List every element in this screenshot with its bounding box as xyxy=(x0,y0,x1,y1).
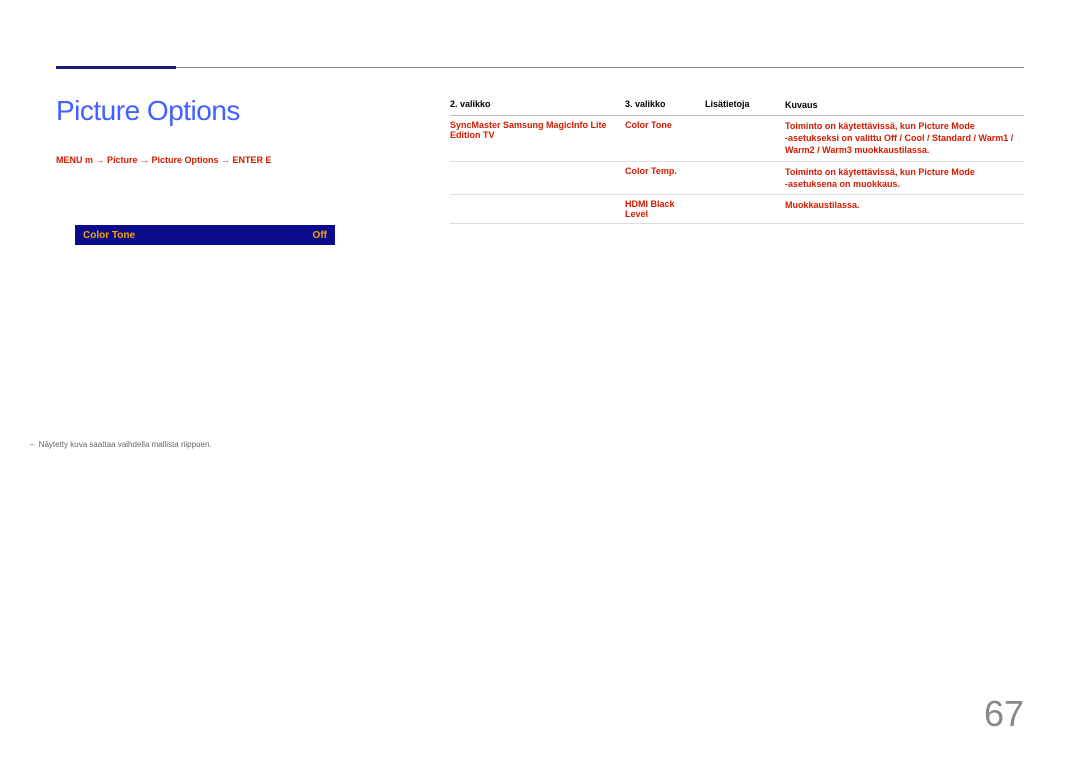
cell: Toiminto on käytettävissä, kun Picture M… xyxy=(785,120,1024,156)
col-header: 3. valikko xyxy=(625,99,705,111)
table-header-row: 2. valikko 3. valikko Lisätietoja Kuvaus xyxy=(450,99,1024,116)
cell: SyncMaster Samsung MagicInfo Lite Editio… xyxy=(450,120,625,156)
breadcrumb: MENU m → Picture → Picture Options → ENT… xyxy=(56,155,272,165)
cell xyxy=(705,120,785,156)
cell: Toiminto on käytettävissä, kun Picture M… xyxy=(785,166,1024,190)
cell: HDMI Black Level xyxy=(625,199,705,219)
top-rule xyxy=(56,67,1024,68)
menu-label: Color Tone xyxy=(83,230,135,241)
cell xyxy=(450,166,625,190)
menu-value: Off xyxy=(313,230,327,241)
footnote-text: Näytetty kuva saattaa vaihdella mallista… xyxy=(30,440,212,449)
col-header: Kuvaus xyxy=(785,99,1024,111)
options-table: 2. valikko 3. valikko Lisätietoja Kuvaus… xyxy=(450,99,1024,224)
table-row: HDMI Black Level Muokkaustilassa. xyxy=(450,195,1024,224)
cell xyxy=(705,166,785,190)
chapter-rule xyxy=(56,66,176,69)
cell xyxy=(705,199,785,219)
menu-row: Color Tone Off xyxy=(75,225,335,245)
col-header: 2. valikko xyxy=(450,99,625,111)
cell: Color Tone xyxy=(625,120,705,156)
page-number: 67 xyxy=(984,693,1024,735)
cell: Muokkaustilassa. xyxy=(785,199,1024,219)
cell xyxy=(450,199,625,219)
cell: Color Temp. xyxy=(625,166,705,190)
page-title: Picture Options xyxy=(56,95,240,127)
col-header: Lisätietoja xyxy=(705,99,785,111)
table-row: SyncMaster Samsung MagicInfo Lite Editio… xyxy=(450,116,1024,161)
table-row: Color Temp. Toiminto on käytettävissä, k… xyxy=(450,162,1024,195)
